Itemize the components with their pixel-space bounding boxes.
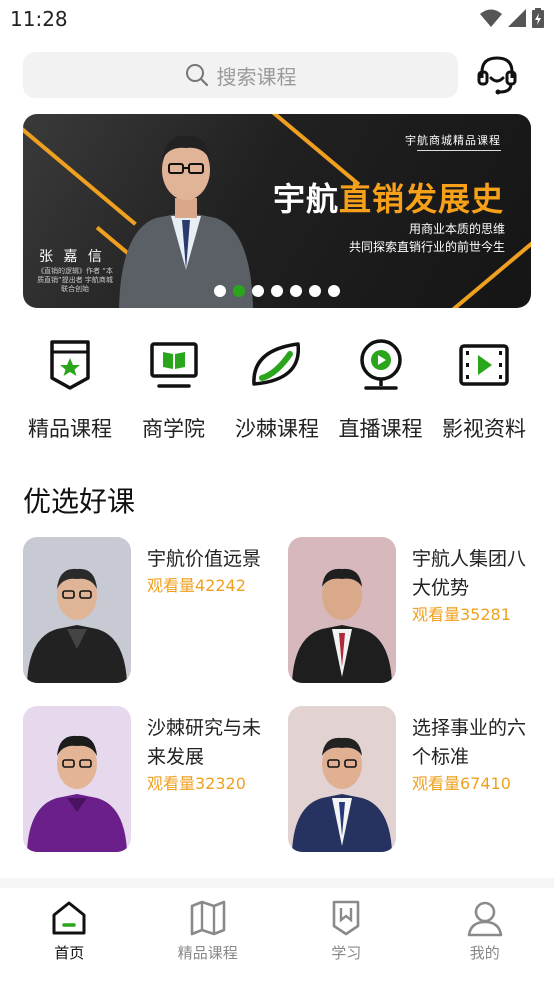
banner-tag-underline <box>417 150 501 151</box>
course-card[interactable]: 宇航价值远景 观看量42242 <box>23 537 273 685</box>
course-thumbnail <box>288 706 396 852</box>
category-label: 直播课程 <box>338 417 423 441</box>
film-play-icon <box>454 335 514 395</box>
webcam-play-icon <box>351 335 411 395</box>
banner-dot[interactable] <box>252 285 264 297</box>
category-seabuckthorn-courses[interactable]: 沙棘课程 <box>227 335 327 445</box>
search-icon <box>185 64 208 87</box>
category-label: 精品课程 <box>28 417 112 441</box>
banner-tag: 宇航商城精品课程 <box>405 134 501 147</box>
banner-title-part-b: 直销发展史 <box>339 180 505 218</box>
search-input[interactable]: 搜索课程 <box>23 52 458 98</box>
banner-title: 宇航直销发展史 <box>273 174 504 220</box>
home-icon <box>52 901 86 935</box>
banner-dot[interactable] <box>328 285 340 297</box>
course-info: 选择事业的六个标准 观看量67410 <box>412 714 538 796</box>
speaker-photo <box>119 135 253 308</box>
book-icon <box>190 900 226 936</box>
course-title: 宇航价值远景 <box>147 548 262 570</box>
category-label: 沙棘课程 <box>235 417 319 441</box>
tab-label: 首页 <box>54 944 85 962</box>
promo-banner[interactable]: 张 嘉 信 《直销的逻辑》作者 “本质直销”提出者 宇航商城联合创始 宇航商城精… <box>23 114 531 308</box>
badge-star-icon <box>40 335 100 395</box>
tabbar-divider <box>0 878 554 888</box>
user-icon <box>467 901 503 937</box>
banner-pagination <box>23 285 531 297</box>
banner-dot[interactable] <box>290 285 302 297</box>
course-title: 宇航人集团八大优势 <box>412 548 527 599</box>
banner-dot[interactable] <box>214 285 226 297</box>
status-bar: 11:28 <box>0 0 554 40</box>
course-view-count: 观看量32320 <box>147 774 246 793</box>
customer-service-icon[interactable] <box>476 54 518 96</box>
status-time: 11:28 <box>10 7 68 31</box>
bottom-tab-bar: 首页 精品课程 学习 我的 <box>0 888 554 984</box>
course-title: 选择事业的六个标准 <box>412 717 527 768</box>
signal-icon <box>508 9 526 27</box>
course-card[interactable]: 宇航人集团八大优势 观看量35281 <box>288 537 538 685</box>
course-thumbnail <box>23 706 131 852</box>
battery-icon <box>532 8 544 28</box>
category-grid: 精品课程 商学院 沙棘课程 直播课程 影视资料 <box>20 335 534 445</box>
study-badge-icon <box>332 900 360 936</box>
course-title: 沙棘研究与未来发展 <box>147 717 262 768</box>
course-view-count: 观看量35281 <box>412 605 511 624</box>
course-view-count: 观看量42242 <box>147 576 246 595</box>
category-business-school[interactable]: 商学院 <box>124 335 224 445</box>
course-info: 宇航价值远景 观看量42242 <box>147 545 273 598</box>
banner-subtitle-1: 用商业本质的思维 <box>408 222 505 236</box>
tab-label: 精品课程 <box>177 944 238 962</box>
tab-mine[interactable]: 我的 <box>416 888 554 984</box>
course-info: 沙棘研究与未来发展 观看量32320 <box>147 714 273 796</box>
banner-dot-active[interactable] <box>233 285 245 297</box>
status-icons <box>480 8 544 28</box>
banner-dot[interactable] <box>271 285 283 297</box>
search-placeholder: 搜索课程 <box>216 64 297 89</box>
course-info: 宇航人集团八大优势 观看量35281 <box>412 545 538 627</box>
category-label: 商学院 <box>142 417 205 441</box>
tab-study[interactable]: 学习 <box>277 888 416 984</box>
banner-subtitle-2: 共同探索直销行业的前世今生 <box>348 240 505 254</box>
tab-label: 我的 <box>469 944 500 962</box>
banner-speaker-name: 张 嘉 信 <box>39 249 105 265</box>
section-title: 优选好课 <box>23 485 136 518</box>
tab-premium-courses[interactable]: 精品课程 <box>139 888 278 984</box>
tab-label: 学习 <box>331 944 362 962</box>
category-video-materials[interactable]: 影视资料 <box>434 335 534 445</box>
course-view-count: 观看量67410 <box>412 774 511 793</box>
category-live-courses[interactable]: 直播课程 <box>331 335 431 445</box>
banner-dot[interactable] <box>309 285 321 297</box>
wifi-icon <box>480 9 502 27</box>
banner-title-part-a: 宇航 <box>273 180 340 218</box>
course-thumbnail <box>23 537 131 683</box>
monitor-book-icon <box>144 335 204 395</box>
course-card[interactable]: 沙棘研究与未来发展 观看量32320 <box>23 706 273 854</box>
course-thumbnail <box>288 537 396 683</box>
category-label: 影视资料 <box>442 417 526 441</box>
app-screen: 11:28 搜索课程 张 嘉 信 《直销的逻辑》作者 “本质直销”提出者 宇航商… <box>0 0 554 984</box>
tab-home[interactable]: 首页 <box>0 888 139 984</box>
course-card[interactable]: 选择事业的六个标准 观看量67410 <box>288 706 538 854</box>
category-premium-courses[interactable]: 精品课程 <box>20 335 120 445</box>
leaf-icon <box>247 335 307 395</box>
